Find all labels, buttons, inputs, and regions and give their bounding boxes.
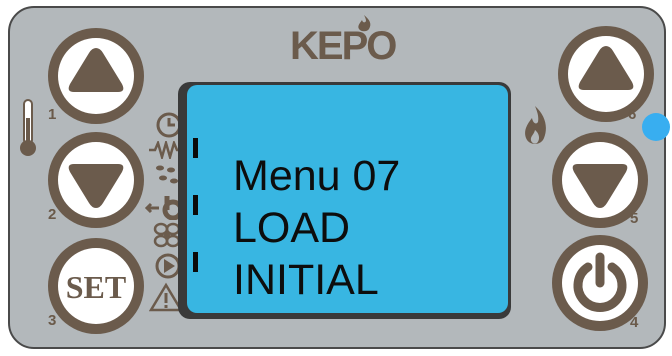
button-5-number: 5 [630,210,639,227]
flame-icon [525,106,546,144]
button-2-down[interactable] [48,132,144,228]
display-line-1: Menu 07 [233,152,401,200]
indicator-marker-2 [193,195,198,215]
set-button[interactable]: SET [48,238,144,334]
button-2-number: 2 [48,206,57,223]
display-line-2: LOAD [233,204,351,252]
thermometer-icon [20,99,36,156]
set-label: SET [66,269,126,305]
button-1-number: 1 [48,106,57,123]
button-3-number: 3 [48,312,57,329]
indicator-marker-1 [193,138,198,158]
kepo-logo: KEPO [290,24,397,68]
button-6-number: 6 [628,106,637,123]
status-led [642,113,670,141]
up-arrow-icon [568,36,644,112]
display-line-3: INITIAL [233,256,379,304]
up-arrow-icon [58,38,134,114]
indicator-marker-3 [193,252,198,272]
button-6-up[interactable] [558,26,654,122]
button-4-number: 4 [630,314,639,331]
logo-flame-icon [358,15,371,32]
down-arrow-icon [58,142,134,218]
button-1-up[interactable] [48,28,144,124]
set-icon: SET [58,248,134,324]
